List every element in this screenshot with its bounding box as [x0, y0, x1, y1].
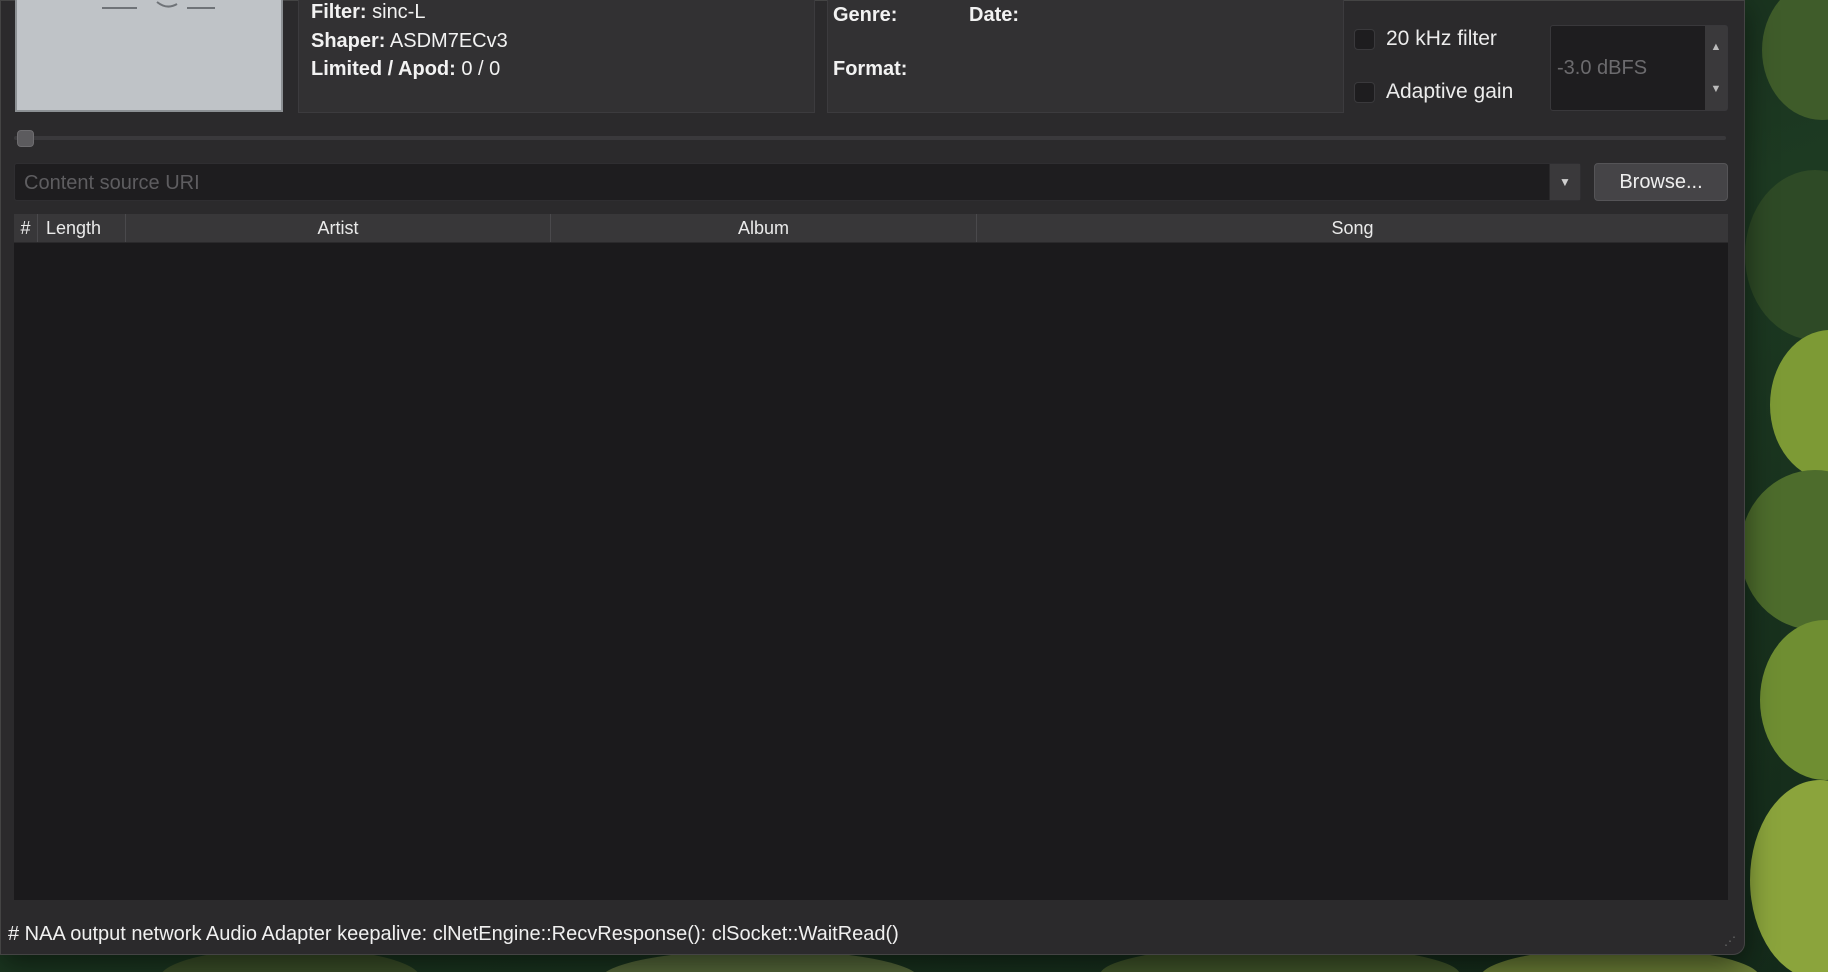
- date-field: Date:: [969, 3, 1019, 27]
- browse-button-label: Browse...: [1619, 170, 1703, 193]
- spin-buttons: ▲ ▼: [1705, 26, 1727, 110]
- seek-slider-track[interactable]: [14, 136, 1726, 140]
- resize-grip-icon[interactable]: ⋰: [1724, 934, 1740, 950]
- browse-button[interactable]: Browse...: [1594, 163, 1728, 201]
- limited-apod-value: 0 / 0: [455, 58, 501, 80]
- limited-apod-label: Limited / Apod:: [311, 58, 456, 80]
- filter-value: sinc-L: [366, 1, 426, 23]
- playlist-table[interactable]: # Length Artist Album Song: [14, 214, 1728, 900]
- column-header-album[interactable]: Album: [551, 214, 977, 242]
- filter-20khz-option[interactable]: 20 kHz filter: [1354, 27, 1497, 51]
- filter-label: Filter:: [311, 1, 367, 23]
- filter-info: Filter: sinc-L: [311, 0, 425, 24]
- metadata-panel: Genre: Date: Format:: [827, 0, 1344, 113]
- player-window: Filter: sinc-L Shaper: ASDM7ECv3 Limited…: [0, 0, 1745, 955]
- adaptive-gain-label: Adaptive gain: [1386, 80, 1514, 103]
- clipped-top-text: [1348, 0, 1678, 6]
- genre-label: Genre:: [833, 4, 898, 26]
- genre-field: Genre:: [833, 3, 897, 27]
- filter-20khz-checkbox[interactable]: [1354, 28, 1375, 50]
- shaper-label: Shaper:: [311, 30, 386, 52]
- triangle-up-icon[interactable]: ▲: [1705, 26, 1727, 68]
- column-header-artist[interactable]: Artist: [126, 214, 551, 242]
- gain-value[interactable]: -3.0 dBFS: [1557, 57, 1647, 80]
- album-cover: [15, 0, 283, 112]
- chevron-down-icon[interactable]: ▼: [1549, 164, 1580, 200]
- limited-apod-info: Limited / Apod: 0 / 0: [311, 57, 500, 81]
- content-source-input[interactable]: [22, 164, 1556, 202]
- column-header-song[interactable]: Song: [977, 214, 1728, 242]
- adaptive-gain-option[interactable]: Adaptive gain: [1354, 80, 1513, 104]
- gain-spinbox[interactable]: -3.0 dBFS ▲ ▼: [1550, 25, 1728, 111]
- column-header-length[interactable]: Length: [38, 214, 126, 242]
- shaper-value: ASDM7ECv3: [385, 30, 508, 52]
- date-label: Date:: [969, 4, 1020, 26]
- filter-20khz-label: 20 kHz filter: [1386, 27, 1497, 50]
- cover-art-icon: [102, 1, 215, 9]
- content-source-combobox[interactable]: ▼: [14, 163, 1581, 202]
- track-info-panel: Filter: sinc-L Shaper: ASDM7ECv3 Limited…: [298, 0, 815, 113]
- seek-slider-handle[interactable]: [17, 130, 34, 147]
- shaper-info: Shaper: ASDM7ECv3: [311, 29, 508, 53]
- triangle-down-icon[interactable]: ▼: [1705, 68, 1727, 110]
- column-header-number[interactable]: #: [14, 214, 38, 242]
- status-bar-text: # NAA output network Audio Adapter keepa…: [8, 923, 899, 945]
- playlist-header: # Length Artist Album Song: [14, 214, 1728, 243]
- format-field: Format:: [833, 57, 907, 81]
- format-label: Format:: [833, 58, 908, 80]
- adaptive-gain-checkbox[interactable]: [1354, 81, 1375, 103]
